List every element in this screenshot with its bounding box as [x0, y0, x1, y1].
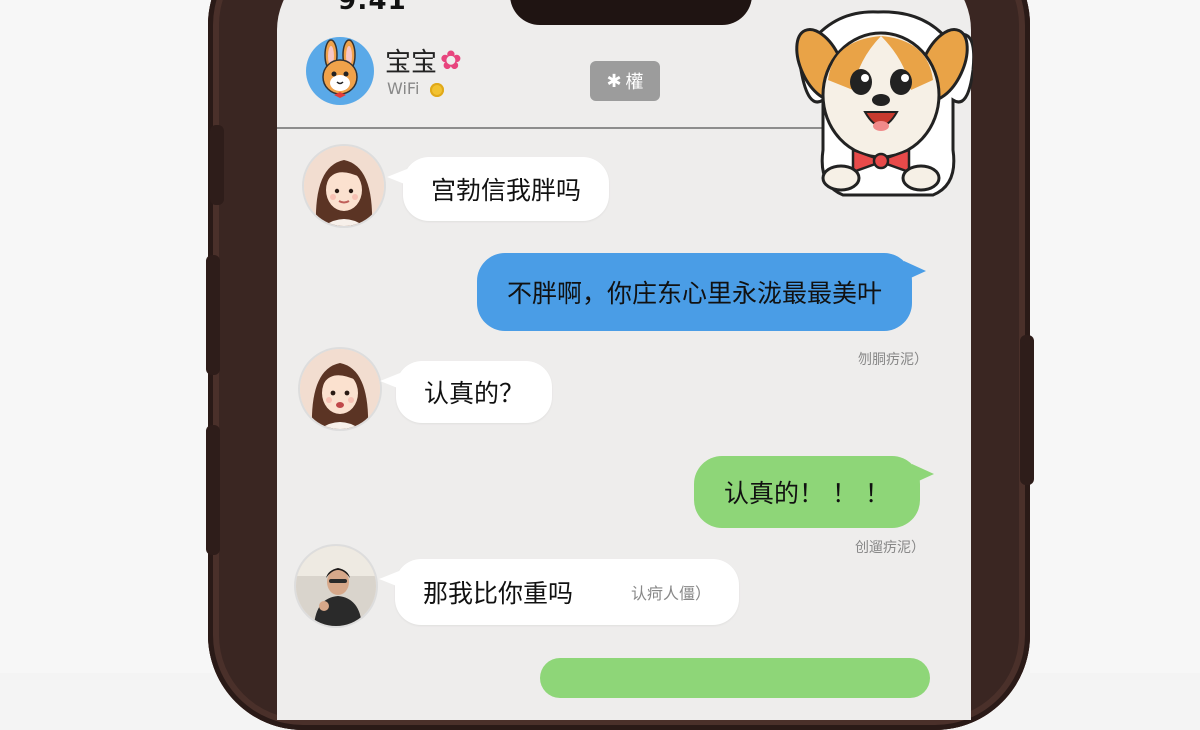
message-text: 不胖啊，你庄东心里永泷最最美叶 — [507, 279, 883, 308]
gold-coin-icon — [430, 83, 444, 97]
background-right — [1030, 0, 1200, 673]
girl-avatar-icon[interactable] — [300, 349, 380, 429]
message-meta: 认疴人僵） — [631, 584, 712, 603]
message-bubble-incoming[interactable]: 认真的？ — [379, 361, 553, 423]
girl-avatar-icon[interactable] — [304, 146, 384, 226]
contact-subtitle: WiFi — [387, 79, 420, 98]
puppy-sticker-icon — [783, 0, 976, 205]
status-time: 9:41 — [338, 0, 407, 16]
message-bubble-outgoing[interactable]: 认真的！ ！ ！ — [694, 456, 934, 528]
volume-up-button — [210, 125, 224, 205]
message-meta: 创遛疠泥） — [855, 540, 925, 556]
message-text: 那我比你重吗 — [423, 579, 574, 608]
silent-switch — [206, 425, 220, 555]
message-meta: 刎胴疠泥） — [858, 352, 928, 368]
message-bubble-outgoing-partial[interactable] — [540, 658, 930, 698]
header-tag-label: 權 — [625, 72, 644, 93]
rabbit-avatar-icon[interactable] — [306, 37, 374, 105]
message-bubble-outgoing[interactable]: 不胖啊，你庄东心里永泷最最美叶 — [477, 253, 927, 331]
notch — [510, 0, 752, 25]
background-left — [0, 0, 215, 673]
volume-down-button — [206, 255, 220, 375]
message-text: 认真的！ ！ ！ — [724, 479, 890, 508]
message-bubble-incoming[interactable]: 宫勃信我胖吗 — [386, 157, 610, 221]
boy-avatar-icon[interactable] — [296, 546, 376, 626]
header-tag-button[interactable]: ✱ 權 — [590, 61, 660, 101]
flower-icon: ✿ — [440, 46, 462, 76]
message-bubble-incoming[interactable]: 那我比你重吗 认疴人僵） — [378, 559, 740, 625]
message-text: 宫勃信我胖吗 — [431, 176, 582, 205]
message-text: 认真的？ — [424, 379, 525, 408]
power-button — [1020, 335, 1034, 485]
contact-name[interactable]: 宝宝 — [385, 42, 437, 79]
asterisk-icon: ✱ — [606, 70, 622, 92]
